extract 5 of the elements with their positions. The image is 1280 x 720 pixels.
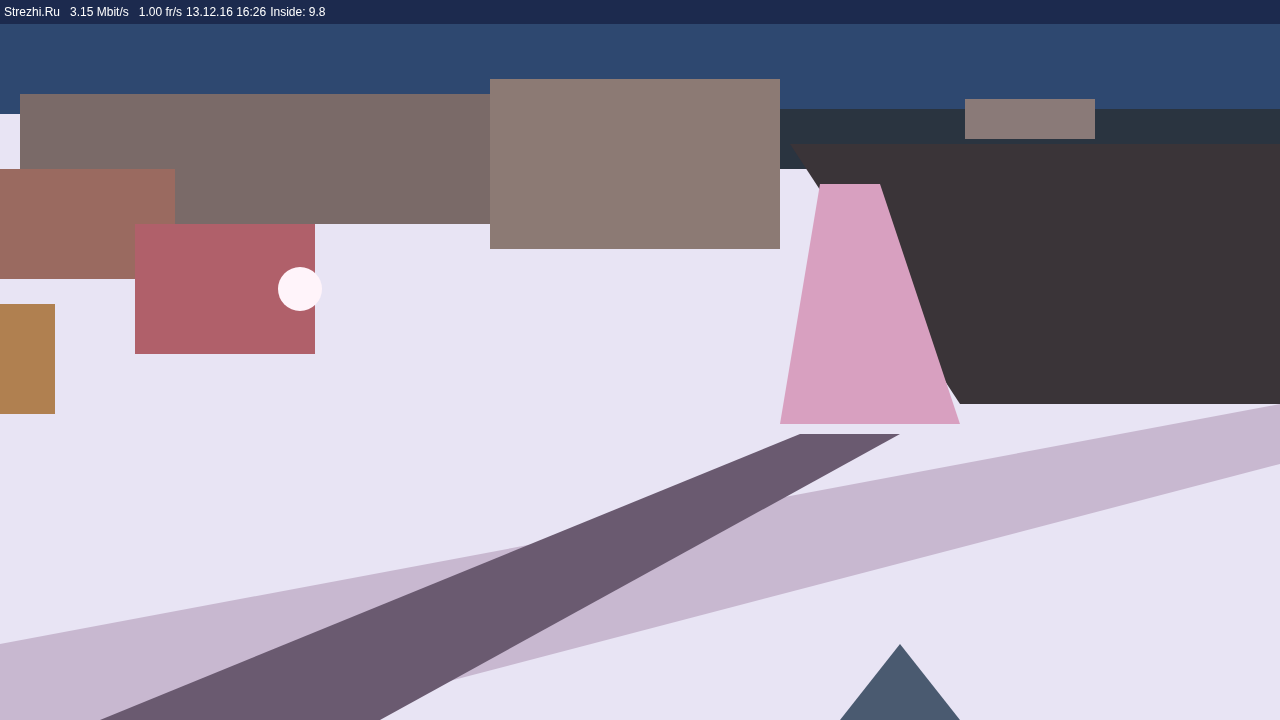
site-name: Strezhi.Ru	[4, 4, 61, 21]
datetime-text: 13.12.16 16:26	[186, 4, 267, 21]
framerate-text: 1.00 fr/s	[138, 4, 183, 21]
temperature-text: Inside: 9.8	[270, 4, 326, 21]
bitrate-text: 3.15 Mbit/s	[70, 4, 129, 21]
